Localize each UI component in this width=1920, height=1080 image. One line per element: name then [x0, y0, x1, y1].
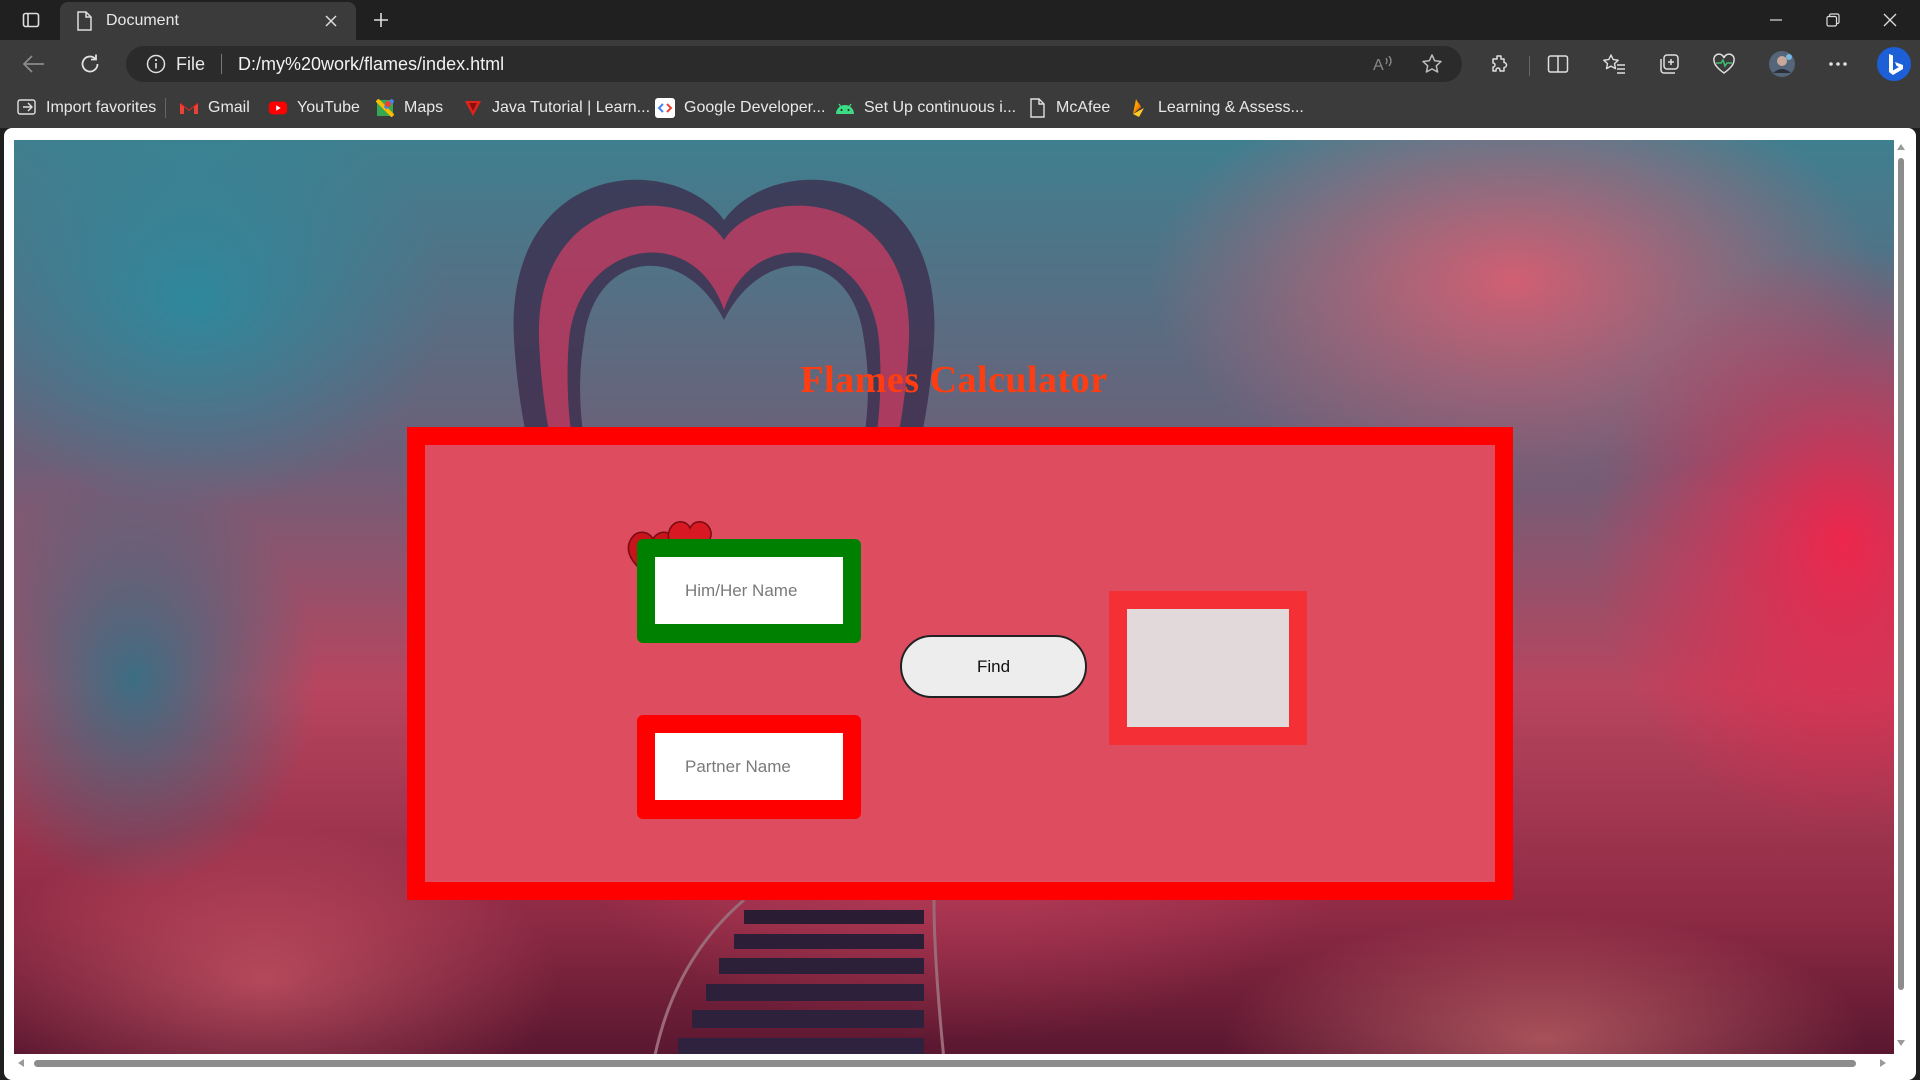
- favorites-icon[interactable]: [1596, 48, 1632, 80]
- address-separator: [221, 54, 223, 74]
- find-button[interactable]: Find: [900, 635, 1087, 698]
- scroll-down-icon[interactable]: [1896, 1038, 1906, 1048]
- svg-text:A: A: [1373, 57, 1384, 74]
- close-tab-icon[interactable]: [320, 10, 342, 32]
- favorites-bar: Import favorites Gmail YouTube Maps Java…: [0, 88, 1920, 128]
- first-name-input[interactable]: [655, 557, 843, 624]
- read-aloud-icon[interactable]: A: [1367, 48, 1399, 80]
- favorite-label: McAfee: [1056, 99, 1111, 116]
- favorite-maps[interactable]: Maps: [375, 96, 443, 120]
- restore-icon[interactable]: [1805, 0, 1861, 40]
- browser-toolbar: File D:/my%20work/flames/index.html A: [0, 40, 1920, 88]
- youtube-icon: [268, 98, 288, 118]
- favorite-label: Import favorites: [46, 99, 157, 116]
- partner-name-input[interactable]: [655, 733, 843, 800]
- close-window-icon[interactable]: [1862, 0, 1918, 40]
- background-stairs-image: [653, 900, 945, 1054]
- horizontal-scroll-thumb[interactable]: [34, 1060, 1856, 1067]
- vertical-scrollbar[interactable]: [1894, 140, 1908, 1054]
- favorite-label: Set Up continuous i...: [864, 99, 1017, 116]
- result-display: [1127, 609, 1289, 727]
- new-tab-icon[interactable]: [366, 6, 396, 34]
- favorites-divider: [165, 98, 166, 118]
- first-name-box: [637, 539, 861, 643]
- firebase-icon: [1129, 98, 1149, 118]
- favorite-label: Learning & Assess...: [1158, 99, 1304, 116]
- favorite-label: Gmail: [208, 99, 250, 116]
- scroll-up-icon[interactable]: [1896, 142, 1906, 152]
- flames-form-card: Find: [407, 427, 1513, 900]
- favorite-set-up-continuous[interactable]: Set Up continuous i...: [835, 96, 1016, 120]
- split-screen-icon[interactable]: [1540, 48, 1576, 80]
- tab-title: Document: [106, 12, 179, 29]
- toolbar-divider: [1529, 56, 1530, 76]
- minimize-icon[interactable]: [1748, 0, 1804, 40]
- javatpoint-icon: [463, 98, 483, 118]
- partner-name-box: [637, 715, 861, 819]
- gmail-icon: [179, 98, 199, 118]
- web-page: Flames Calculator Find: [14, 140, 1894, 1054]
- favorite-learning-assess[interactable]: Learning & Assess...: [1129, 96, 1304, 120]
- more-options-icon[interactable]: [1820, 48, 1856, 80]
- tab-strip: Document: [0, 0, 1920, 40]
- info-icon[interactable]: [146, 54, 166, 74]
- favorite-star-icon[interactable]: [1416, 48, 1448, 80]
- favorite-mcafee[interactable]: McAfee: [1027, 96, 1110, 120]
- profile-avatar[interactable]: [1764, 48, 1800, 80]
- favorite-youtube[interactable]: YouTube: [268, 96, 360, 120]
- address-url[interactable]: D:/my%20work/flames/index.html: [238, 54, 1462, 75]
- scroll-left-icon[interactable]: [16, 1058, 26, 1068]
- address-scheme: File: [176, 53, 206, 74]
- page-icon: [1027, 98, 1047, 118]
- favorite-import-favorites[interactable]: Import favorites: [17, 96, 156, 120]
- favorite-label: Google Developer...: [684, 99, 826, 116]
- maps-icon: [375, 98, 395, 118]
- vertical-scroll-thumb[interactable]: [1898, 158, 1904, 990]
- favorite-gmail[interactable]: Gmail: [179, 96, 250, 120]
- favorite-label: Maps: [404, 99, 444, 116]
- address-bar[interactable]: File D:/my%20work/flames/index.html: [126, 46, 1462, 82]
- google-developers-icon: [655, 98, 675, 118]
- android-icon: [835, 98, 855, 118]
- scroll-right-icon[interactable]: [1878, 1058, 1888, 1068]
- favorite-google-developers[interactable]: Google Developer...: [655, 96, 825, 120]
- favorite-label: YouTube: [297, 99, 360, 116]
- browser-essentials-icon[interactable]: [1706, 48, 1742, 80]
- tab-document[interactable]: Document: [60, 2, 356, 40]
- favorite-java-tutorial[interactable]: Java Tutorial | Learn...: [463, 96, 650, 120]
- result-box: [1109, 591, 1307, 745]
- horizontal-scrollbar[interactable]: [14, 1054, 1894, 1072]
- collections-icon[interactable]: [1651, 48, 1687, 80]
- back-arrow-icon[interactable]: [16, 48, 52, 80]
- refresh-icon[interactable]: [72, 48, 108, 80]
- extensions-icon[interactable]: [1482, 48, 1518, 80]
- document-icon: [74, 11, 94, 31]
- favorite-label: Java Tutorial | Learn...: [492, 99, 651, 116]
- import-icon: [17, 98, 37, 118]
- page-title: Flames Calculator: [800, 359, 1108, 401]
- bing-copilot-icon[interactable]: [1873, 44, 1915, 84]
- tab-actions-icon[interactable]: [14, 6, 48, 34]
